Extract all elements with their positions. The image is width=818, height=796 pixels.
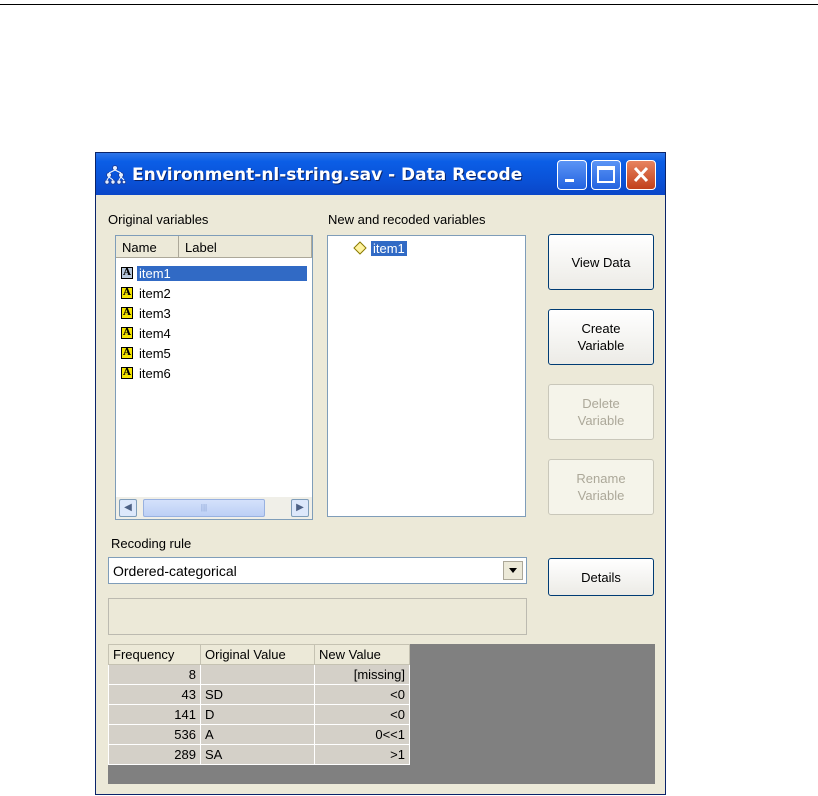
column-header-original-value[interactable]: Original Value (200, 644, 315, 665)
string-variable-icon: A (121, 287, 133, 299)
string-variable-icon: A (121, 327, 133, 339)
new-value-cell[interactable]: >1 (314, 744, 410, 765)
variable-name: item5 (139, 345, 171, 361)
network-app-icon (104, 165, 126, 185)
table-row[interactable]: 536 A 0<<1 (108, 724, 410, 745)
original-value-cell: SD (200, 684, 315, 705)
minimize-button[interactable] (557, 160, 587, 190)
variable-name: item6 (139, 365, 171, 381)
list-item[interactable]: A item6 (121, 363, 173, 383)
scroll-right-button[interactable]: ▶ (291, 499, 309, 517)
list-item[interactable]: A item1 (121, 263, 307, 283)
new-variables-list[interactable]: item1 (327, 235, 526, 517)
new-value-cell[interactable]: <0 (314, 704, 410, 725)
minimize-icon (565, 179, 574, 182)
original-value-cell (200, 664, 315, 685)
recoding-rule-value: Ordered-categorical (113, 563, 237, 579)
scrollbar-thumb[interactable]: ||| (143, 499, 265, 517)
frequency-cell: 289 (108, 744, 201, 765)
frequency-table: Frequency Original Value New Value 8 [mi… (108, 644, 410, 765)
string-variable-icon: A (121, 267, 133, 279)
variable-name: item1 (371, 240, 407, 256)
scroll-left-button[interactable]: ◀ (119, 499, 137, 517)
table-row[interactable]: 141 D <0 (108, 704, 410, 725)
maximize-button[interactable] (591, 160, 621, 190)
new-value-cell[interactable]: 0<<1 (314, 724, 410, 745)
recoding-rule-select[interactable]: Ordered-categorical (108, 557, 527, 584)
view-data-button[interactable]: View Data (548, 234, 654, 290)
table-row[interactable]: 43 SD <0 (108, 684, 410, 705)
details-button[interactable]: Details (548, 558, 654, 596)
column-header-new-value[interactable]: New Value (314, 644, 410, 665)
recoding-rule-label: Recoding rule (111, 536, 192, 551)
original-value-cell: SA (200, 744, 315, 765)
list-item[interactable]: A item4 (121, 323, 173, 343)
close-icon (633, 166, 649, 183)
original-value-cell: D (200, 704, 315, 725)
frequency-cell: 43 (108, 684, 201, 705)
table-header-row: Frequency Original Value New Value (108, 644, 410, 665)
column-header-name[interactable]: Name (116, 236, 179, 258)
variable-name: item1 (137, 265, 307, 281)
column-header-frequency[interactable]: Frequency (108, 644, 201, 665)
chevron-down-icon (509, 568, 517, 573)
list-item[interactable]: A item3 (121, 303, 173, 323)
page-top-rule (0, 4, 818, 5)
dropdown-button[interactable] (503, 561, 523, 580)
column-header-label[interactable]: Label (179, 236, 312, 258)
table-row[interactable]: 8 [missing] (108, 664, 410, 685)
list-item[interactable]: A item5 (121, 343, 173, 363)
frequency-cell: 8 (108, 664, 201, 685)
diamond-icon (353, 241, 367, 255)
horizontal-scrollbar[interactable]: ◀ ||| ▶ (116, 497, 312, 519)
data-recode-window: Environment-nl-string.sav - Data Recode … (95, 152, 666, 795)
create-variable-button[interactable]: Create Variable (548, 309, 654, 365)
new-value-cell[interactable]: [missing] (314, 664, 410, 685)
string-variable-icon: A (121, 307, 133, 319)
variable-name: item4 (139, 325, 171, 341)
close-button[interactable] (626, 160, 656, 190)
variable-name: item3 (139, 305, 171, 321)
rename-variable-button[interactable]: Rename Variable (548, 459, 654, 515)
window-title: Environment-nl-string.sav - Data Recode (132, 165, 523, 185)
list-item[interactable]: A item2 (121, 283, 173, 303)
frequency-cell: 141 (108, 704, 201, 725)
frequency-grid: Frequency Original Value New Value 8 [mi… (108, 644, 655, 784)
original-variables-label: Original variables (108, 212, 209, 227)
original-value-cell: A (200, 724, 315, 745)
string-variable-icon: A (121, 367, 133, 379)
table-row[interactable]: 289 SA >1 (108, 744, 410, 765)
delete-variable-button[interactable]: Delete Variable (548, 384, 654, 440)
title-bar[interactable]: Environment-nl-string.sav - Data Recode (96, 153, 665, 195)
list-item[interactable]: item1 (353, 238, 407, 258)
string-variable-icon: A (121, 347, 133, 359)
rule-description-box (108, 598, 527, 635)
variable-name: item2 (139, 285, 171, 301)
new-value-cell[interactable]: <0 (314, 684, 410, 705)
original-variables-list[interactable]: Name Label A item1 A item2 A item3 A ite… (115, 235, 313, 520)
maximize-icon (597, 166, 615, 183)
new-variables-label: New and recoded variables (328, 212, 486, 227)
frequency-cell: 536 (108, 724, 201, 745)
